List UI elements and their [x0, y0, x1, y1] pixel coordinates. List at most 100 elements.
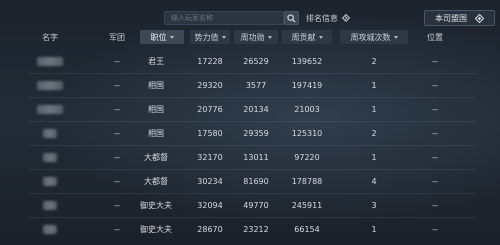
army-cell: -- [114, 104, 120, 114]
column-army-header: 军团 [109, 32, 125, 42]
merit-cell: 29359 [243, 128, 269, 138]
redacted-name [43, 200, 57, 210]
redacted-name [43, 152, 57, 162]
rank-info-label: 排名信息 [306, 13, 338, 23]
power-cell: 17580 [197, 128, 223, 138]
redacted-name [43, 176, 57, 186]
rank-cell: 相国 [148, 128, 164, 138]
position-cell: -- [432, 224, 438, 234]
power-cell: 32094 [197, 200, 223, 210]
siege-cell: 1 [371, 104, 377, 114]
redacted-name [37, 104, 63, 114]
player-name [28, 122, 72, 144]
rank-cell: 相国 [148, 104, 164, 114]
player-name [28, 98, 72, 120]
redacted-name [37, 80, 63, 90]
position-cell: -- [432, 176, 438, 186]
rank-cell: 御史大夫 [140, 200, 172, 210]
rank-cell: 御史大夫 [140, 224, 172, 234]
table-row[interactable]: -- 相国 20776 20134 21003 1 -- [28, 98, 476, 120]
table-header: 名字 军团 职位 势力值 周功勋 周贡献 周攻城次数 位置 [0, 30, 500, 44]
siege-cell: 2 [371, 128, 377, 138]
merit-cell: 13011 [243, 152, 269, 162]
army-cell: -- [114, 80, 120, 90]
position-cell: -- [432, 56, 438, 66]
power-cell: 20776 [197, 104, 223, 114]
army-cell: -- [114, 128, 120, 138]
own-faction-button[interactable]: 本司盟国 [424, 10, 495, 26]
contrib-cell: 178788 [291, 176, 323, 186]
player-name [28, 146, 72, 168]
siege-cell: 1 [371, 80, 377, 90]
table-row[interactable]: -- 相国 29320 3577 197419 1 -- [28, 74, 476, 96]
faction-member-panel: 排名信息 本司盟国 名字 军团 职位 势力值 周功勋 [0, 0, 500, 245]
player-name [28, 50, 72, 72]
table-row[interactable]: -- 相国 17580 29359 125310 2 -- [28, 122, 476, 144]
search-icon [287, 13, 296, 23]
merit-cell: 23212 [243, 224, 269, 234]
table-row[interactable]: -- 君王 17228 26529 139652 2 -- [28, 50, 476, 72]
siege-cell: 2 [371, 56, 377, 66]
siege-cell: 1 [371, 224, 377, 234]
rank-info-button[interactable]: 排名信息 [306, 11, 350, 25]
siege-cell: 4 [371, 176, 377, 186]
player-name [28, 170, 72, 192]
column-rank-header[interactable]: 职位 [140, 30, 184, 44]
sort-caret-icon [267, 35, 272, 39]
column-contrib-header[interactable]: 周贡献 [282, 30, 332, 44]
table-row[interactable]: -- 大都督 30234 81690 178788 4 -- [28, 170, 476, 192]
table-row[interactable]: -- 大都督 32170 13011 97220 1 -- [28, 146, 476, 168]
contrib-cell: 66154 [294, 224, 320, 234]
column-power-header[interactable]: 势力值 [190, 30, 230, 44]
position-cell: -- [432, 80, 438, 90]
redacted-name [37, 56, 63, 66]
rank-cell: 相国 [148, 80, 164, 90]
position-cell: -- [432, 152, 438, 162]
contrib-cell: 139652 [291, 56, 323, 66]
diamond-arrow-icon [342, 14, 350, 22]
position-cell: -- [432, 104, 438, 114]
own-faction-label: 本司盟国 [435, 13, 467, 23]
column-name-header: 名字 [42, 32, 58, 42]
rank-cell: 君王 [148, 56, 164, 66]
army-cell: -- [114, 152, 120, 162]
power-cell: 32170 [197, 152, 223, 162]
search-input[interactable] [164, 11, 284, 25]
position-cell: -- [432, 128, 438, 138]
player-name [28, 218, 72, 240]
army-cell: -- [114, 56, 120, 66]
power-cell: 29320 [197, 80, 223, 90]
army-cell: -- [114, 200, 120, 210]
player-name [28, 194, 72, 216]
column-siege-header[interactable]: 周攻城次数 [340, 30, 408, 44]
diamond-icon [475, 13, 484, 23]
redacted-name [43, 224, 57, 234]
table-row[interactable]: -- 御史大夫 32094 49770 245911 3 -- [28, 194, 476, 216]
merit-cell: 20134 [243, 104, 269, 114]
merit-cell: 26529 [243, 56, 269, 66]
army-cell: -- [114, 224, 120, 234]
search-button[interactable] [284, 11, 299, 25]
table-row[interactable]: -- 御史大夫 28670 23212 66154 1 -- [28, 218, 476, 240]
position-cell: -- [432, 200, 438, 210]
power-cell: 17228 [197, 56, 223, 66]
sort-caret-icon [318, 35, 323, 39]
sort-caret-icon [169, 35, 174, 39]
merit-cell: 3577 [245, 80, 267, 90]
contrib-cell: 245911 [291, 200, 323, 210]
contrib-cell: 125310 [291, 128, 323, 138]
contrib-cell: 97220 [294, 152, 320, 162]
rank-cell: 大都督 [144, 152, 168, 162]
redacted-name [43, 128, 57, 138]
contrib-cell: 197419 [291, 80, 323, 90]
merit-cell: 81690 [243, 176, 269, 186]
merit-cell: 49770 [243, 200, 269, 210]
player-name [28, 74, 72, 96]
power-cell: 28670 [197, 224, 223, 234]
column-position-header: 位置 [427, 32, 443, 42]
sort-caret-icon [221, 35, 226, 39]
siege-cell: 3 [371, 200, 377, 210]
army-cell: -- [114, 176, 120, 186]
column-merit-header[interactable]: 周功勋 [234, 30, 278, 44]
contrib-cell: 21003 [294, 104, 320, 114]
